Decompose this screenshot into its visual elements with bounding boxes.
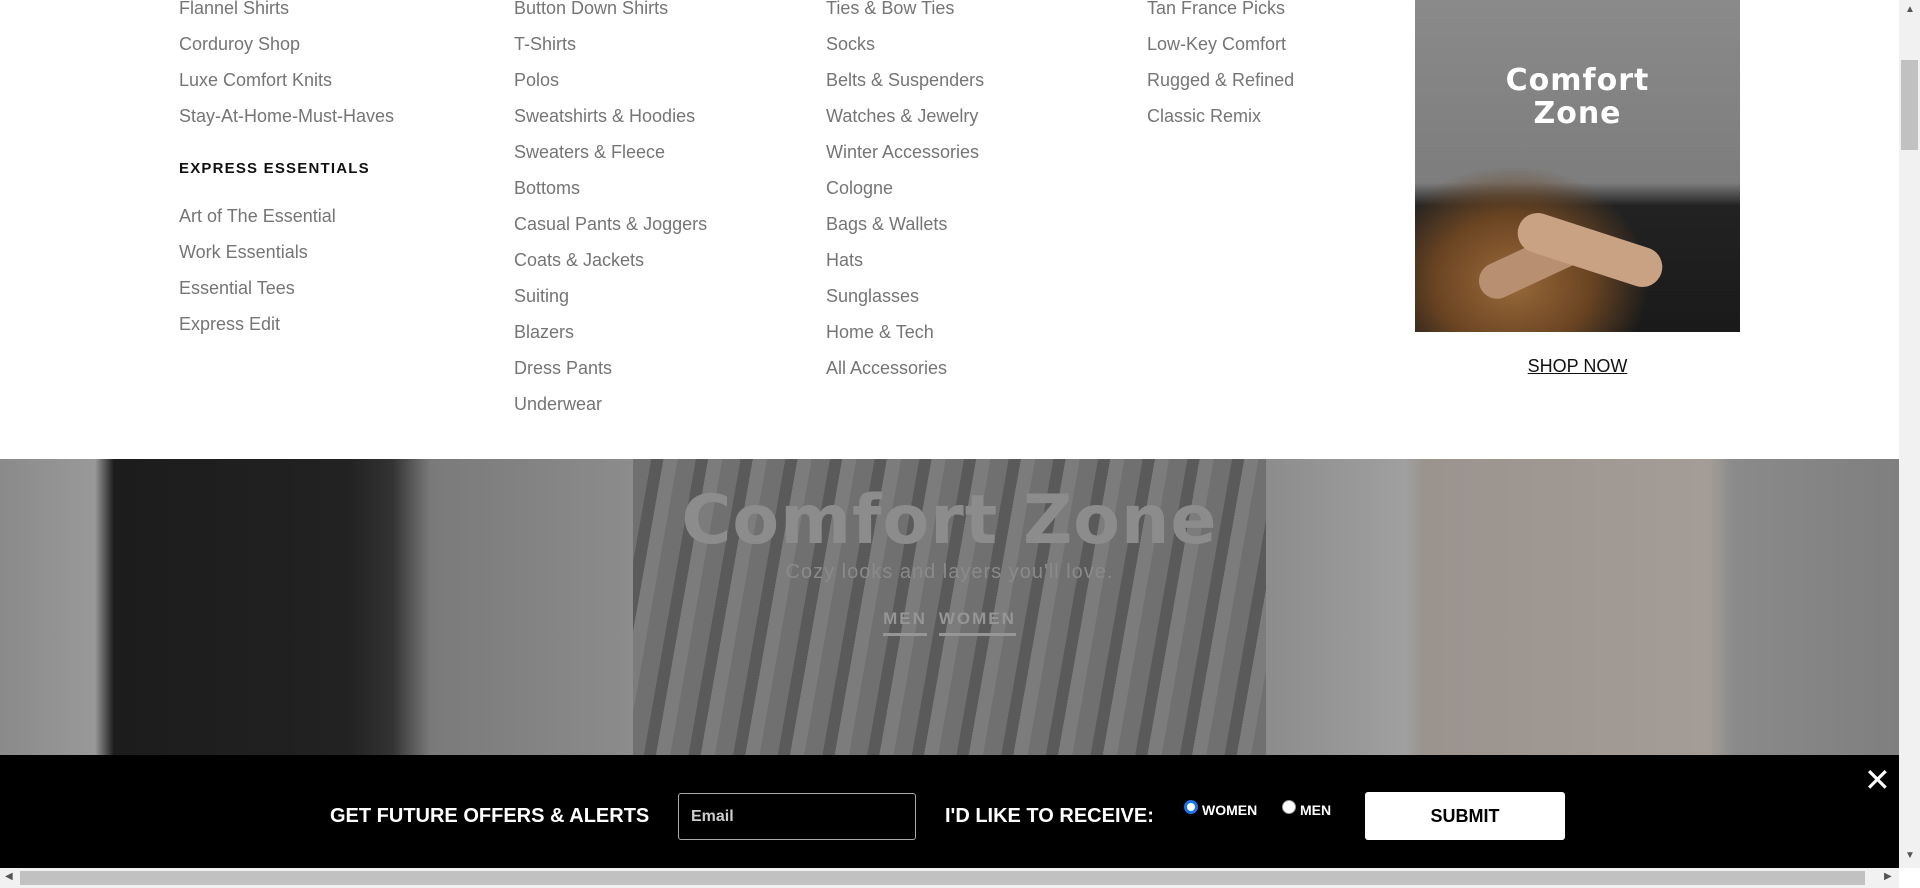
horizontal-scrollbar[interactable]: ◀ ▶ [0, 868, 1899, 888]
menu-column-accessories: Ties & Bow Ties Socks Belts & Suspenders Wa… [826, 0, 984, 386]
menu-link[interactable]: Winter Accessories [826, 134, 984, 170]
menu-link[interactable]: Express Edit [179, 306, 394, 342]
banner-link-women[interactable]: WOMEN [938, 609, 1016, 636]
radio-women[interactable]: WOMEN [1184, 800, 1258, 818]
menu-link[interactable]: Sweatshirts & Hoodies [514, 98, 707, 134]
menu-link[interactable]: Sweaters & Fleece [514, 134, 707, 170]
banner-image-women[interactable] [1266, 459, 1899, 755]
menu-column-featured: Flannel Shirts Corduroy Shop Luxe Comfor… [179, 0, 394, 342]
email-signup-bar: GET FUTURE OFFERS & ALERTS I'D LIKE TO R… [0, 755, 1899, 868]
scrollbar-thumb[interactable] [1901, 60, 1918, 150]
banner-title: Comfort Zone [681, 481, 1218, 560]
menu-link[interactable]: Cologne [826, 170, 984, 206]
menu-link[interactable]: Coats & Jackets [514, 242, 707, 278]
menu-link[interactable]: Home & Tech [826, 314, 984, 350]
email-input[interactable] [678, 793, 916, 840]
menu-column-edits: Tan France Picks Low-Key Comfort Rugged & … [1147, 0, 1294, 134]
scrollbar-thumb[interactable] [20, 871, 1865, 885]
menu-link[interactable]: Dress Pants [514, 350, 707, 386]
menu-link[interactable]: Bags & Wallets [826, 206, 984, 242]
menu-link[interactable]: Ties & Bow Ties [826, 0, 984, 26]
close-icon[interactable]: ✕ [1864, 764, 1891, 796]
menu-link[interactable]: Blazers [514, 314, 707, 350]
radio-label: WOMEN [1202, 802, 1258, 818]
banner-image-center: Comfort Zone Cozy looks and layers you'l… [633, 459, 1266, 755]
receive-label: I'D LIKE TO RECEIVE: [945, 805, 1154, 827]
scroll-left-arrow-icon[interactable]: ◀ [5, 871, 13, 882]
menu-link[interactable]: Work Essentials [179, 234, 394, 270]
menu-link[interactable]: All Accessories [826, 350, 984, 386]
menu-link[interactable]: Luxe Comfort Knits [179, 62, 394, 98]
menu-link[interactable]: Corduroy Shop [179, 26, 394, 62]
menu-link[interactable]: Watches & Jewelry [826, 98, 984, 134]
menu-link[interactable]: Belts & Suspenders [826, 62, 984, 98]
menu-link[interactable]: Classic Remix [1147, 98, 1294, 134]
menu-link[interactable]: Art of The Essential [179, 198, 394, 234]
menu-link[interactable]: Tan France Picks [1147, 0, 1294, 26]
vertical-scrollbar[interactable]: ▲ ▼ [1899, 0, 1920, 868]
submit-button[interactable]: SUBMIT [1365, 792, 1565, 840]
banner-link-men[interactable]: MEN [883, 609, 927, 636]
scroll-up-arrow-icon[interactable]: ▲ [1905, 4, 1915, 15]
banner-links: MEN WOMEN [633, 609, 1266, 636]
radio-checked-icon[interactable] [1184, 800, 1198, 814]
promo-image[interactable]: Comfort Zone [1415, 0, 1740, 332]
section-heading: EXPRESS ESSENTIALS [179, 160, 370, 177]
hero-banner: Comfort Zone Cozy looks and layers you'l… [0, 459, 1899, 755]
scroll-right-arrow-icon[interactable]: ▶ [1884, 871, 1892, 882]
radio-men[interactable]: MEN [1282, 800, 1332, 818]
menu-link[interactable]: Suiting [514, 278, 707, 314]
radio-label: MEN [1300, 802, 1332, 818]
radio-unchecked-icon[interactable] [1282, 800, 1296, 814]
menu-link[interactable]: T-Shirts [514, 26, 707, 62]
menu-link[interactable]: Essential Tees [179, 270, 394, 306]
scroll-down-arrow-icon[interactable]: ▼ [1905, 850, 1915, 861]
menu-link[interactable]: Stay-At-Home-Must-Haves [179, 98, 394, 134]
menu-link[interactable]: Rugged & Refined [1147, 62, 1294, 98]
menu-link[interactable]: Bottoms [514, 170, 707, 206]
menu-column-clothing: Button Down Shirts T-Shirts Polos Sweatshir… [514, 0, 707, 422]
promo-title: Comfort Zone [1505, 63, 1650, 131]
menu-link[interactable]: Low-Key Comfort [1147, 26, 1294, 62]
banner-subtitle: Cozy looks and layers you'll love. [785, 561, 1114, 583]
menu-link[interactable]: Hats [826, 242, 984, 278]
menu-link[interactable]: Sunglasses [826, 278, 984, 314]
menu-link[interactable]: Socks [826, 26, 984, 62]
menu-link[interactable]: Button Down Shirts [514, 0, 707, 26]
menu-link[interactable]: Polos [514, 62, 707, 98]
signup-label: GET FUTURE OFFERS & ALERTS [330, 805, 650, 827]
menu-link[interactable]: Underwear [514, 386, 707, 422]
shop-now-link[interactable]: SHOP NOW [1415, 356, 1740, 377]
menu-link[interactable]: Flannel Shirts [179, 0, 394, 26]
menu-link[interactable]: Casual Pants & Joggers [514, 206, 707, 242]
banner-image-men[interactable] [0, 459, 633, 755]
